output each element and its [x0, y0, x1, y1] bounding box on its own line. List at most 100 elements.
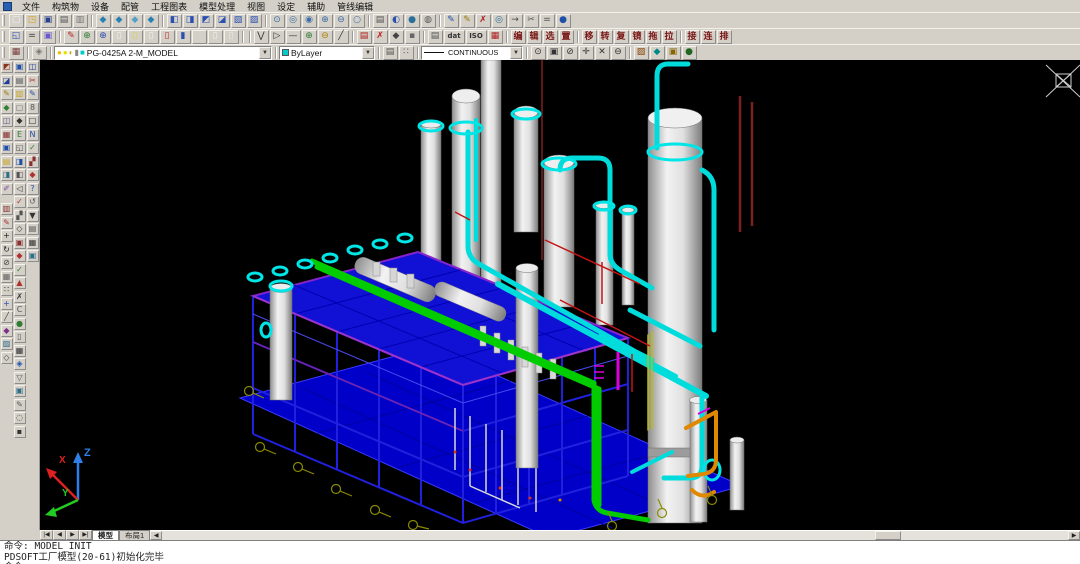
- char-array-button[interactable]: 排: [717, 30, 732, 44]
- left-tool-b-9-button[interactable]: ╱: [1, 311, 13, 323]
- char-move-button[interactable]: 移: [582, 30, 597, 44]
- detail-grid-button[interactable]: ∷: [399, 46, 414, 60]
- left-tool-c-17-button[interactable]: ▲: [14, 277, 26, 289]
- plot-model-button[interactable]: ▤: [373, 14, 388, 28]
- orbit-button[interactable]: ●: [405, 14, 420, 28]
- left-tool-a-2-button[interactable]: ◪: [1, 75, 13, 87]
- plot-small-button[interactable]: ▤: [428, 30, 443, 44]
- view-3d-5-button[interactable]: ▧: [231, 14, 246, 28]
- char-copy-button[interactable]: 复: [614, 30, 629, 44]
- plot-preview-button[interactable]: ▥: [73, 14, 88, 28]
- properties-button[interactable]: ▦: [9, 46, 24, 60]
- linetype-select-arrow[interactable]: ▼: [510, 47, 522, 59]
- menu-item-view[interactable]: 视图: [241, 0, 271, 13]
- left-tool-c-5-button[interactable]: ◆: [14, 115, 26, 127]
- left-tool-d-3-button[interactable]: ✎: [27, 88, 39, 100]
- left-tool-d-14-button[interactable]: ▦: [27, 237, 39, 249]
- new-file-button[interactable]: ▢: [9, 14, 24, 28]
- char-mirror-button[interactable]: 镜: [630, 30, 645, 44]
- char-select-button[interactable]: 选: [543, 30, 558, 44]
- red-grid-button[interactable]: ▦: [488, 30, 503, 44]
- tab-nav-first-button[interactable]: |◀: [40, 530, 53, 540]
- left-tool-c-25-button[interactable]: ▣: [14, 385, 26, 397]
- left-tool-b-7-button[interactable]: ∷: [1, 284, 13, 296]
- char-place-button[interactable]: 置: [559, 30, 574, 44]
- ortho-toggle-button[interactable]: ⊘: [563, 46, 578, 60]
- zoom-realtime-button[interactable]: ⊙: [270, 14, 285, 28]
- left-tool-c-1-button[interactable]: ▣: [14, 61, 26, 73]
- plot-button[interactable]: ▤: [57, 14, 72, 28]
- left-tool-b-2-button[interactable]: ✎: [1, 217, 13, 229]
- left-tool-c-28-button[interactable]: ▪: [14, 426, 26, 438]
- aerial-view-button[interactable]: ◍: [421, 14, 436, 28]
- left-tool-a-3-button[interactable]: ✎: [1, 88, 13, 100]
- red-pencil-button[interactable]: ✎: [64, 30, 79, 44]
- layer-select[interactable]: ●●◐▮■ PG-0425A 2-M_MODEL ▼: [54, 46, 272, 60]
- left-tool-c-23-button[interactable]: ◈: [14, 358, 26, 370]
- left-tool-c-9-button[interactable]: ◧: [14, 169, 26, 181]
- left-tool-d-9-button[interactable]: ◆: [27, 169, 39, 181]
- left-tool-b-12-button[interactable]: ◇: [1, 352, 13, 364]
- sketch-button[interactable]: ✎: [444, 14, 459, 28]
- pipe-tool-6-button[interactable]: ╱: [334, 30, 349, 44]
- left-tool-c-8-button[interactable]: ◨: [14, 156, 26, 168]
- dat-toggle-button[interactable]: dat: [444, 30, 465, 44]
- char-modify-button[interactable]: 辑: [527, 30, 542, 44]
- osnap-toggle-button[interactable]: ⊙: [531, 46, 546, 60]
- left-tool-a-5-button[interactable]: ◫: [1, 115, 13, 127]
- scroll-left-button[interactable]: ◀: [150, 531, 162, 540]
- pan-realtime-button[interactable]: ◐: [389, 14, 404, 28]
- revise-button[interactable]: ✎: [460, 14, 475, 28]
- layer-select-arrow[interactable]: ▼: [259, 47, 271, 59]
- left-tool-c-22-button[interactable]: ▦: [14, 345, 26, 357]
- menu-item-auxiliary[interactable]: 辅助: [301, 0, 331, 13]
- menu-item-pipeline-edit[interactable]: 管线编辑: [331, 0, 379, 13]
- view-se-iso-button[interactable]: ◆: [112, 14, 127, 28]
- left-tool-d-12-button[interactable]: ▼: [27, 210, 39, 222]
- left-tool-c-7-button[interactable]: ◱: [14, 142, 26, 154]
- scrollbar-thumb[interactable]: [875, 531, 901, 540]
- left-tool-d-8-button[interactable]: ▞: [27, 156, 39, 168]
- scroll-right-button[interactable]: ▶: [1068, 531, 1080, 540]
- equal-button[interactable]: =: [25, 30, 40, 44]
- left-tool-a-4-button[interactable]: ◆: [1, 102, 13, 114]
- left-tool-c-12-button[interactable]: ▞: [14, 210, 26, 222]
- equipment-tool-2-button[interactable]: ▯: [128, 30, 143, 44]
- horizontal-scrollbar[interactable]: ◀ ▶: [150, 530, 1080, 540]
- link-button[interactable]: ◱: [9, 30, 24, 44]
- equipment-tool-7-button[interactable]: ▯: [208, 30, 223, 44]
- equipment-tool-4-button[interactable]: ▯: [160, 30, 175, 44]
- menu-item-model-processing[interactable]: 模型处理: [193, 0, 241, 13]
- viewport-3d[interactable]: Z X Y: [40, 60, 1080, 530]
- materials-button[interactable]: ◆: [650, 46, 665, 60]
- left-tool-d-2-button[interactable]: ✂: [27, 75, 39, 87]
- left-tool-d-5-button[interactable]: □: [27, 115, 39, 127]
- view-sw-iso-button[interactable]: ◆: [96, 14, 111, 28]
- left-tool-d-1-button[interactable]: ◫: [27, 61, 39, 73]
- menu-item-drawings[interactable]: 工程图表: [145, 0, 193, 13]
- trim-button[interactable]: ✂: [524, 14, 539, 28]
- menu-item-piping[interactable]: 配管: [115, 0, 145, 13]
- left-tool-a-10-button[interactable]: ✐: [1, 183, 13, 195]
- equipment-tool-3-button[interactable]: ▯: [144, 30, 159, 44]
- zoom-previous-button[interactable]: ◉: [302, 14, 317, 28]
- equipment-tool-1-button[interactable]: ▯: [112, 30, 127, 44]
- save-file-button[interactable]: ▣: [41, 14, 56, 28]
- open-file-button[interactable]: ◳: [25, 14, 40, 28]
- left-tool-a-1-button[interactable]: ◩: [1, 61, 13, 73]
- equipment-tool-8-button[interactable]: ▯: [224, 30, 239, 44]
- left-tool-c-3-button[interactable]: ▥: [14, 88, 26, 100]
- left-tool-c-4-button[interactable]: ▢: [14, 102, 26, 114]
- match-properties-button[interactable]: ◈: [32, 46, 47, 60]
- center-mark-button[interactable]: ◎: [492, 14, 507, 28]
- left-tool-c-14-button[interactable]: ▣: [14, 237, 26, 249]
- zoom-extents-button[interactable]: ○: [350, 14, 365, 28]
- view-3d-1-button[interactable]: ◧: [167, 14, 182, 28]
- delete-mark-button[interactable]: ✗: [476, 14, 491, 28]
- left-tool-a-8-button[interactable]: ▤: [1, 156, 13, 168]
- tab-nav-next-button[interactable]: ▶: [66, 530, 79, 540]
- left-tool-c-6-button[interactable]: E: [14, 129, 26, 141]
- left-tool-c-24-button[interactable]: ▽: [14, 372, 26, 384]
- zoom-out-button[interactable]: ⊖: [334, 14, 349, 28]
- point-style-button[interactable]: ●: [556, 14, 571, 28]
